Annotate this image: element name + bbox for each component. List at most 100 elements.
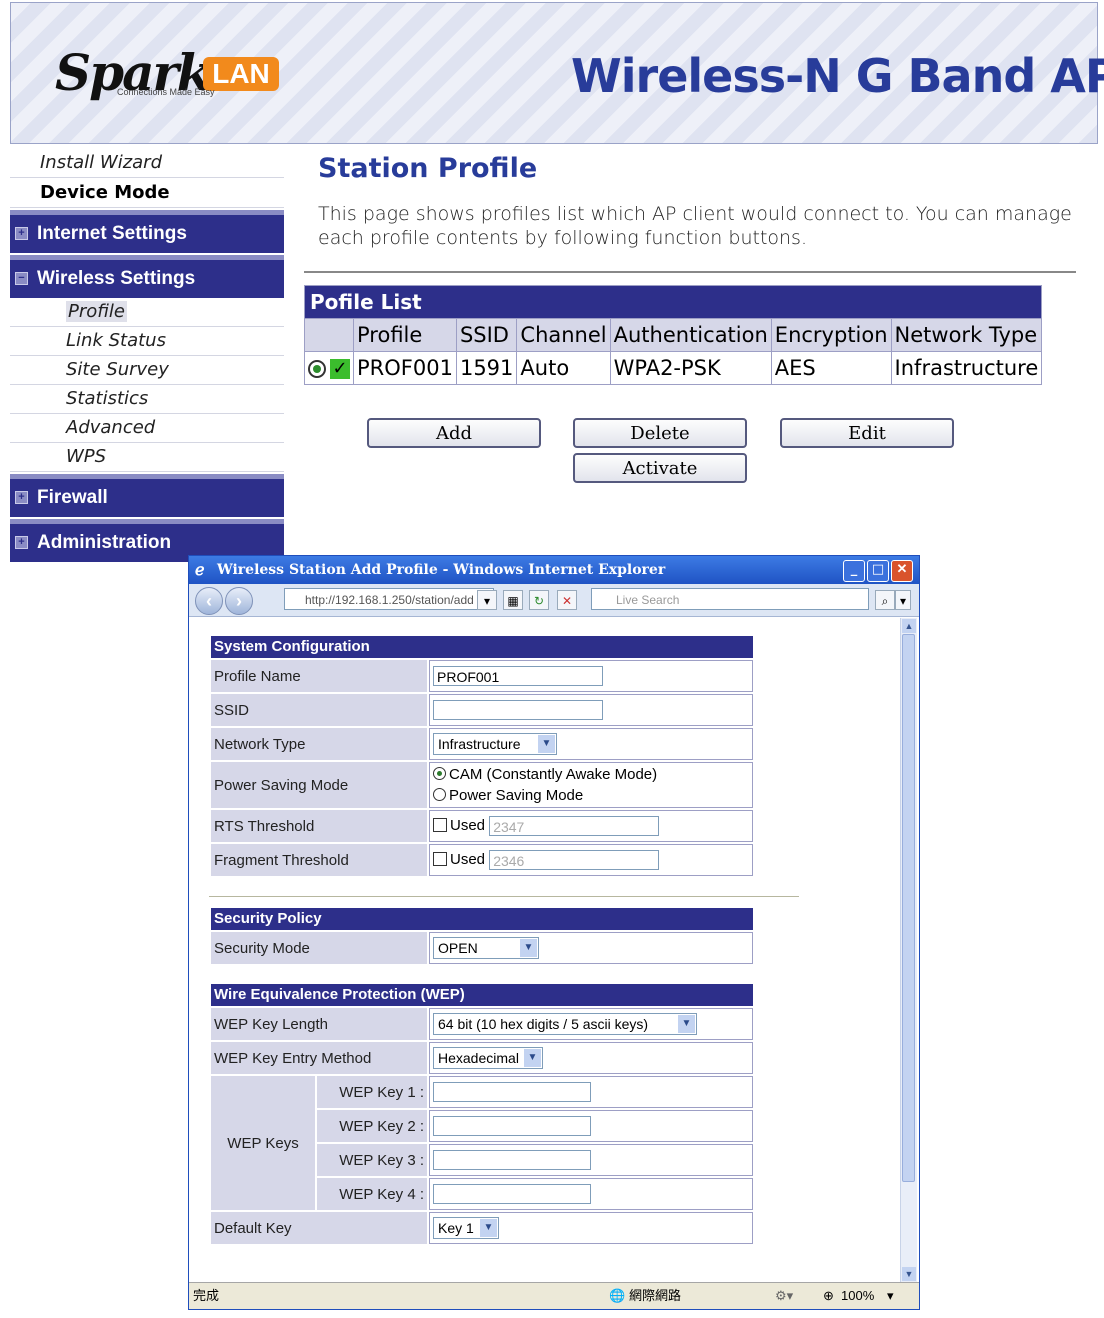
scroll-down-icon[interactable]: ▼ — [902, 1267, 916, 1281]
sidebar-group-label: Wireless Settings — [37, 268, 196, 289]
default-key-label: Default Key — [211, 1212, 427, 1244]
sidebar-group-wireless-settings[interactable]: − Wireless Settings — [10, 255, 284, 298]
network-type-select[interactable]: Infrastructure ▼ — [433, 733, 557, 755]
wep-key-3-input[interactable] — [433, 1150, 591, 1170]
zoom-level[interactable]: 100% — [841, 1283, 874, 1309]
sidebar-group-label: Internet Settings — [37, 223, 187, 244]
rts-threshold-label: RTS Threshold — [211, 810, 427, 842]
wep-key-4-label: WEP Key 4 : — [317, 1178, 427, 1210]
wep-key-length-select[interactable]: 64 bit (10 hex digits / 5 ascii keys) ▼ — [433, 1013, 697, 1035]
wep-table: Wire Equivalence Protection (WEP) WEP Ke… — [209, 982, 755, 1246]
sidebar-group-internet-settings[interactable]: + Internet Settings — [10, 210, 284, 253]
rts-threshold-input[interactable]: 2347 — [489, 816, 660, 836]
page-title: Station Profile — [318, 153, 538, 184]
profile-name-label: Profile Name — [211, 660, 427, 692]
stop-icon[interactable]: ✕ — [557, 590, 577, 610]
radio-icon — [433, 788, 446, 801]
power-saving-label: Power Saving Mode — [211, 762, 427, 808]
profile-name-input[interactable]: PROF001 — [433, 666, 603, 686]
active-check-icon: ✓ — [330, 359, 350, 379]
dropdown-icon[interactable]: ▾ — [477, 590, 497, 610]
ie-popup-window: ℯ Wireless Station Add Profile - Windows… — [188, 555, 920, 1310]
sparklan-logo: Spark LAN Connections Made Easy — [55, 43, 295, 111]
chevron-down-icon: ▼ — [678, 1015, 695, 1033]
activate-button[interactable]: Activate — [573, 453, 747, 483]
refresh-icon[interactable]: ↻ — [529, 590, 549, 610]
rts-used-checkbox[interactable]: Used — [433, 817, 485, 834]
ie-title-bar[interactable]: ℯ Wireless Station Add Profile - Windows… — [189, 556, 919, 584]
cell-authentication: WPA2-PSK — [609, 351, 772, 385]
section-caption: System Configuration — [211, 636, 753, 658]
ssid-label: SSID — [211, 694, 427, 726]
cell-channel: Auto — [516, 351, 611, 385]
sidebar-group-firewall[interactable]: + Firewall — [10, 474, 284, 517]
zoom-icon[interactable]: ⊕ — [823, 1283, 834, 1309]
back-icon[interactable]: ‹ — [195, 587, 223, 615]
ie-window-title: Wireless Station Add Profile - Windows I… — [217, 562, 666, 578]
sidebar-item-wps[interactable]: WPS — [10, 443, 284, 472]
sidebar-item-statistics[interactable]: Statistics — [10, 385, 284, 414]
column-header-profile: Profile — [353, 318, 457, 352]
column-header-authentication: Authentication — [609, 318, 772, 352]
fragment-used-checkbox[interactable]: Used — [433, 851, 485, 868]
minimize-icon[interactable]: _ — [843, 560, 865, 582]
security-mode-select[interactable]: OPEN ▼ — [433, 937, 539, 959]
wep-key-entry-method-select[interactable]: Hexadecimal ▼ — [433, 1047, 543, 1069]
wep-key-2-label: WEP Key 2 : — [317, 1110, 427, 1142]
compatibility-icon[interactable]: ▦ — [503, 590, 523, 610]
table-row: ✓ PROF001 1591 Auto WPA2-PSK AES Infrast… — [304, 351, 1043, 385]
column-header-network-type: Network Type — [890, 318, 1043, 352]
collapse-icon: − — [15, 272, 28, 285]
delete-button[interactable]: Delete — [573, 418, 747, 448]
status-text: 完成 — [193, 1288, 220, 1303]
default-key-select[interactable]: Key 1 ▼ — [433, 1217, 499, 1239]
cell-profile: PROF001 — [353, 351, 457, 385]
search-options-icon[interactable]: ▾ — [895, 590, 911, 610]
divider — [304, 271, 1076, 273]
expand-icon: + — [15, 491, 28, 504]
sidebar-item-install-wizard[interactable]: Install Wizard — [10, 148, 284, 178]
fragment-threshold-input[interactable]: 2346 — [489, 850, 660, 870]
url-field[interactable]: http://192.168.1.250/station/add — [284, 588, 494, 610]
sidebar-group-label: Administration — [37, 532, 172, 553]
section-caption: Wire Equivalence Protection (WEP) — [211, 984, 753, 1006]
checkbox-icon — [433, 817, 447, 832]
profile-select-radio[interactable] — [308, 360, 326, 378]
power-option-psm[interactable]: Power Saving Mode — [433, 785, 749, 806]
radio-selected-icon — [433, 767, 446, 780]
wep-key-3-label: WEP Key 3 : — [317, 1144, 427, 1176]
chevron-down-icon: ▼ — [538, 735, 555, 753]
forward-icon[interactable]: › — [225, 587, 253, 615]
wep-key-2-input[interactable] — [433, 1116, 591, 1136]
network-type-label: Network Type — [211, 728, 427, 760]
ssid-input[interactable] — [433, 700, 603, 720]
add-button[interactable]: Add — [367, 418, 541, 448]
sidebar-item-device-mode[interactable]: Device Mode — [10, 178, 284, 208]
maximize-icon[interactable]: □ — [867, 560, 889, 582]
wep-keys-label: WEP Keys — [211, 1076, 315, 1210]
sidebar-item-profile[interactable]: Profile — [10, 298, 284, 327]
system-configuration-table: System Configuration Profile Name PROF00… — [209, 634, 755, 878]
close-icon[interactable]: ✕ — [891, 560, 913, 582]
wep-key-1-input[interactable] — [433, 1082, 591, 1102]
scrollbar-thumb[interactable] — [902, 634, 915, 1182]
sidebar-item-site-survey[interactable]: Site Survey — [10, 356, 284, 385]
internet-zone-icon: 🌐 — [609, 1288, 626, 1303]
zoom-dropdown-icon[interactable]: ▾ — [887, 1283, 894, 1309]
divider — [209, 896, 799, 897]
select-cell: ✓ — [304, 351, 354, 385]
wep-key-4-input[interactable] — [433, 1184, 591, 1204]
product-title: Wireless-N G Band AP — [571, 49, 1104, 103]
scroll-up-icon[interactable]: ▲ — [902, 619, 916, 633]
sidebar-item-link-status[interactable]: Link Status — [10, 327, 284, 356]
edit-button[interactable]: Edit — [780, 418, 954, 448]
protected-mode-icon[interactable]: ⚙▾ — [775, 1283, 793, 1309]
cell-ssid: 1591 — [455, 351, 518, 385]
live-search-input[interactable]: Live Search — [591, 588, 869, 610]
power-option-cam[interactable]: CAM (Constantly Awake Mode) — [433, 764, 749, 785]
vertical-scrollbar[interactable]: ▲ ▼ — [900, 618, 917, 1282]
search-icon[interactable]: ⌕ — [875, 590, 895, 610]
sidebar-item-advanced[interactable]: Advanced — [10, 414, 284, 443]
expand-icon: + — [15, 227, 28, 240]
sidebar-group-label: Firewall — [37, 487, 108, 508]
